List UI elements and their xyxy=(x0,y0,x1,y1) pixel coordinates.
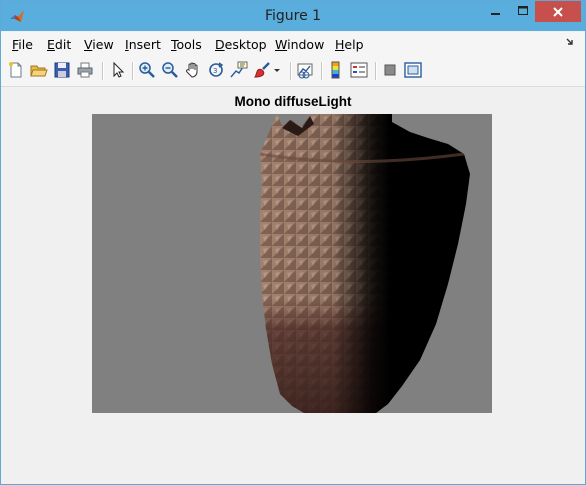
data-cursor-icon[interactable] xyxy=(230,61,248,79)
legend-icon[interactable] xyxy=(350,61,368,79)
link-plot-icon[interactable] xyxy=(296,61,314,79)
brush-dropdown-icon[interactable] xyxy=(273,61,282,79)
minimize-button[interactable] xyxy=(482,1,509,22)
menu-desktop[interactable]: Desktop xyxy=(215,37,267,52)
minimize-icon xyxy=(490,3,501,21)
menu-tools[interactable]: Tools xyxy=(171,37,202,52)
pan-hand-icon[interactable] xyxy=(184,61,202,79)
colorbar-icon[interactable] xyxy=(327,61,345,79)
maximize-button[interactable] xyxy=(509,1,536,22)
show-plot-tools-icon[interactable] xyxy=(404,61,422,79)
close-button[interactable] xyxy=(535,1,581,22)
toolbar-separator xyxy=(375,62,377,80)
title-bar[interactable]: Figure 1 xyxy=(1,1,585,31)
zoom-out-icon[interactable] xyxy=(161,61,179,79)
toolbar-separator xyxy=(321,62,323,80)
rotate-3d-icon[interactable]: 3 xyxy=(207,61,225,79)
menu-bar: File Edit View Insert Tools Desktop Wind… xyxy=(1,32,585,56)
edit-plot-arrow-icon[interactable] xyxy=(109,61,127,79)
close-icon xyxy=(553,4,563,20)
menu-help[interactable]: Help xyxy=(335,37,364,52)
svg-text:3: 3 xyxy=(213,67,217,75)
save-icon[interactable] xyxy=(53,61,71,79)
menu-insert[interactable]: Insert xyxy=(125,37,161,52)
print-icon[interactable] xyxy=(76,61,94,79)
maximize-icon xyxy=(517,3,528,21)
figure-title: Mono diffuseLight xyxy=(234,94,352,109)
rendered-vase xyxy=(260,114,470,413)
new-figure-icon[interactable] xyxy=(7,61,25,79)
figure-toolbar: 3 xyxy=(1,56,585,87)
menu-window[interactable]: Window xyxy=(275,37,324,52)
figure-window: Figure 1 File Edit View Insert Tools Des… xyxy=(0,0,586,485)
hide-plot-tools-icon[interactable] xyxy=(381,61,399,79)
menu-view[interactable]: View xyxy=(84,37,114,52)
zoom-in-icon[interactable] xyxy=(138,61,156,79)
menu-file[interactable]: File xyxy=(12,37,33,52)
toolbar-separator xyxy=(102,62,104,80)
brush-icon[interactable] xyxy=(253,61,271,79)
dock-figure-icon[interactable] xyxy=(565,37,575,49)
toolbar-separator xyxy=(132,62,134,80)
open-file-icon[interactable] xyxy=(30,61,48,79)
axes[interactable] xyxy=(92,114,492,413)
menu-edit[interactable]: Edit xyxy=(47,37,71,52)
toolbar-separator xyxy=(290,62,292,80)
